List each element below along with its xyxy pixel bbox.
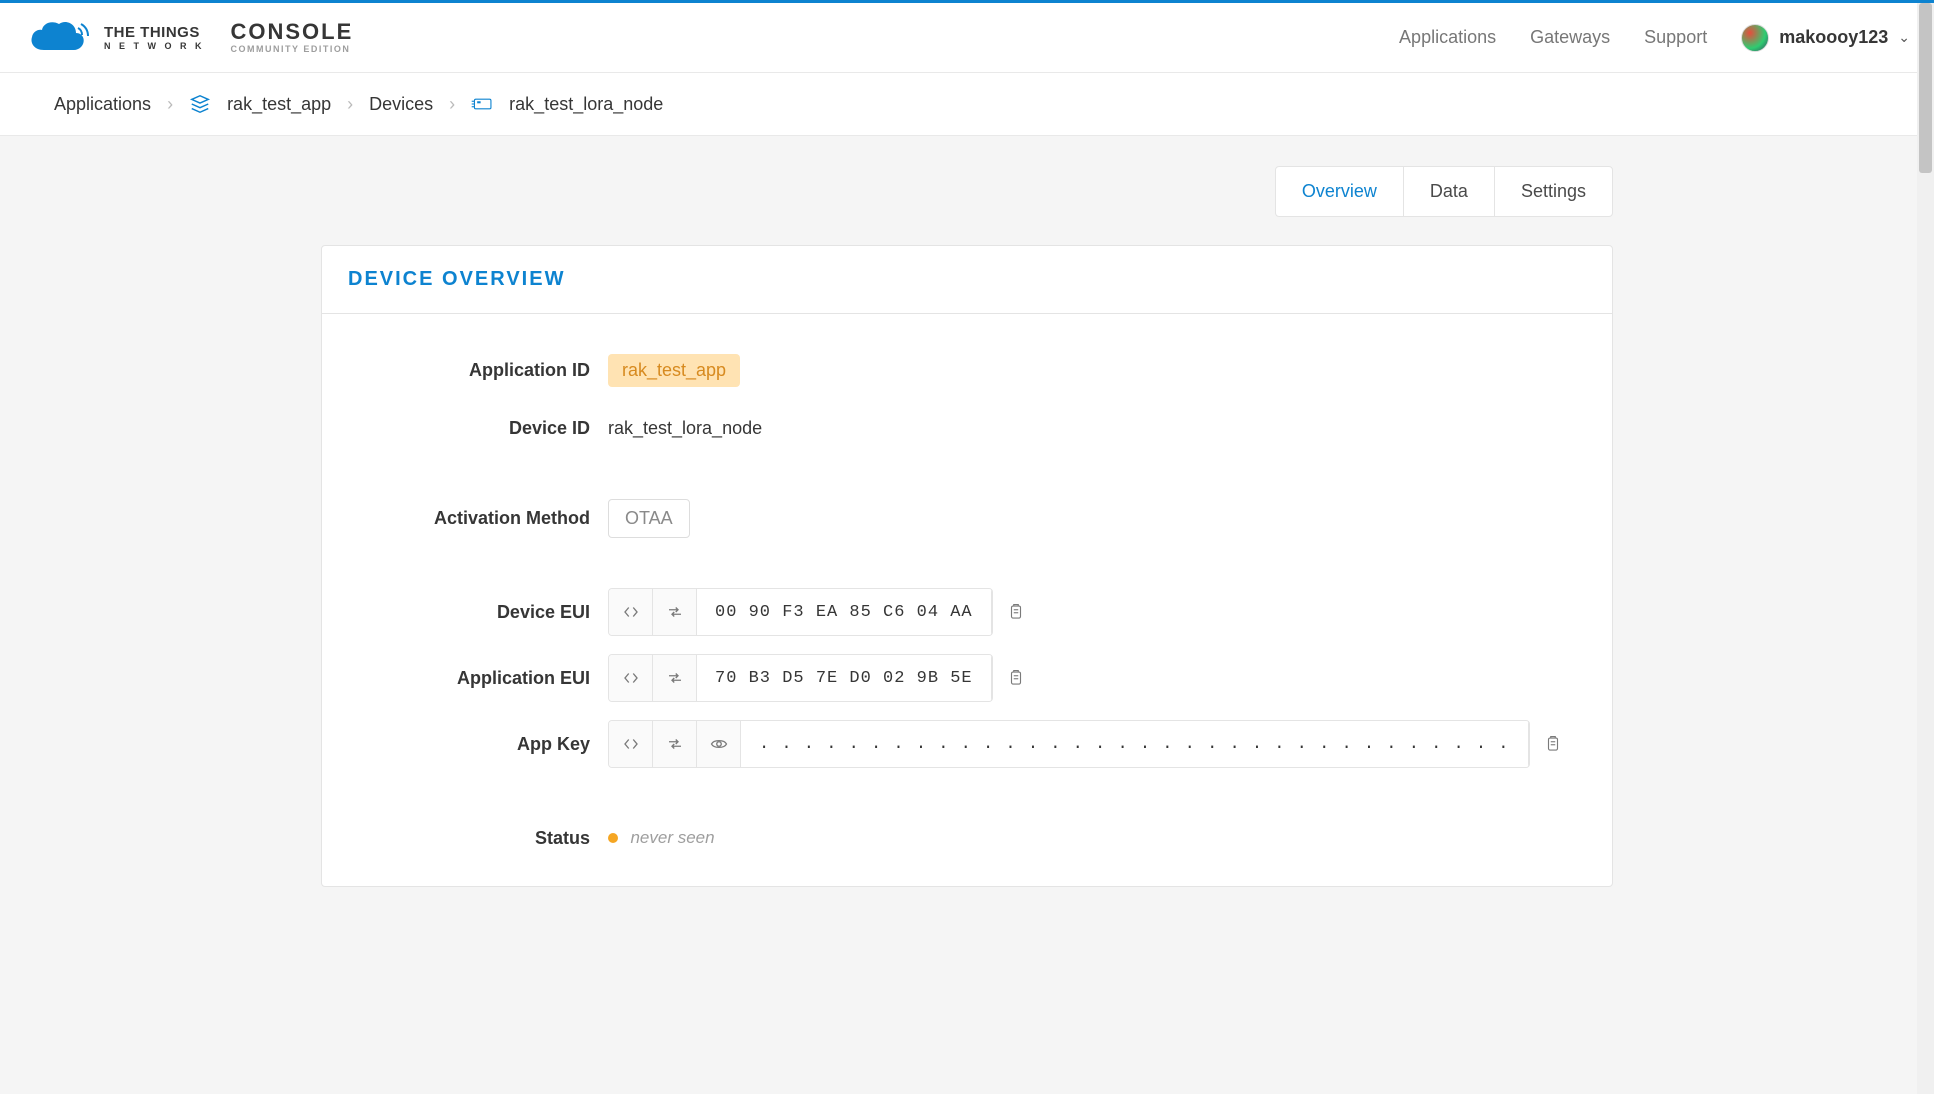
scrollbar[interactable] [1917,3,1934,1094]
console-title: CONSOLE [231,21,354,43]
console-subtitle: COMMUNITY EDITION [231,45,354,54]
application-id-label: Application ID [348,360,608,381]
device-icon [471,93,493,115]
header: THE THINGS N E T W O R K CONSOLE COMMUNI… [0,3,1934,73]
tab-settings[interactable]: Settings [1494,167,1612,216]
breadcrumb: Applications › rak_test_app › Devices › … [0,73,1934,136]
toggle-format-button[interactable] [609,655,653,701]
activation-method-label: Activation Method [348,508,608,529]
nav-support[interactable]: Support [1644,27,1707,48]
app-key-label: App Key [348,734,608,755]
application-eui-value: 70 B3 D5 7E D0 02 9B 5E [697,655,992,701]
swap-byte-order-button[interactable] [653,589,697,635]
breadcrumb-root[interactable]: Applications [54,94,151,115]
status-label: Status [348,828,608,849]
chevron-down-icon: ⌄ [1898,29,1910,46]
logo[interactable]: THE THINGS N E T W O R K CONSOLE COMMUNI… [24,18,353,58]
panel-title: DEVICE OVERVIEW [348,268,1586,291]
reveal-button[interactable] [697,721,741,767]
breadcrumb-device[interactable]: rak_test_lora_node [509,94,663,115]
breadcrumb-app[interactable]: rak_test_app [227,94,331,115]
tabs: Overview Data Settings [1275,166,1613,217]
copy-app-key-button[interactable] [1544,734,1562,754]
brand-title: THE THINGS [104,25,205,40]
device-id-value: rak_test_lora_node [608,418,762,439]
application-eui-group: 70 B3 D5 7E D0 02 9B 5E [608,654,993,702]
page-content: Overview Data Settings DEVICE OVERVIEW A… [267,136,1667,947]
device-overview-panel: DEVICE OVERVIEW Application ID rak_test_… [321,245,1613,887]
swap-byte-order-button[interactable] [653,721,697,767]
username: makoooy123 [1779,27,1888,48]
status-dot-icon [608,833,618,843]
tab-data[interactable]: Data [1403,167,1494,216]
status-value: never seen [630,828,714,847]
status-value-wrap: never seen [608,828,715,848]
user-menu[interactable]: makoooy123 ⌄ [1741,24,1910,52]
avatar [1741,24,1769,52]
scrollbar-thumb[interactable] [1919,3,1932,173]
breadcrumb-devices[interactable]: Devices [369,94,433,115]
app-key-value: . . . . . . . . . . . . . . . . . . . . … [741,721,1529,767]
breadcrumb-separator: › [449,94,455,115]
toggle-format-button[interactable] [609,589,653,635]
application-id-value[interactable]: rak_test_app [608,354,740,387]
device-eui-group: 00 90 F3 EA 85 C6 04 AA [608,588,993,636]
device-eui-label: Device EUI [348,602,608,623]
activation-method-value: OTAA [608,499,690,538]
brand-subtitle: N E T W O R K [104,42,205,51]
nav-gateways[interactable]: Gateways [1530,27,1610,48]
nav-applications[interactable]: Applications [1399,27,1496,48]
application-eui-label: Application EUI [348,668,608,689]
breadcrumb-separator: › [347,94,353,115]
device-eui-value: 00 90 F3 EA 85 C6 04 AA [697,589,992,635]
swap-byte-order-button[interactable] [653,655,697,701]
app-key-group: . . . . . . . . . . . . . . . . . . . . … [608,720,1530,768]
breadcrumb-separator: › [167,94,173,115]
device-id-label: Device ID [348,418,608,439]
tab-overview[interactable]: Overview [1276,167,1403,216]
copy-application-eui-button[interactable] [1007,668,1025,688]
cloud-icon [24,18,92,58]
copy-device-eui-button[interactable] [1007,602,1025,622]
toggle-format-button[interactable] [609,721,653,767]
stack-icon [189,93,211,115]
